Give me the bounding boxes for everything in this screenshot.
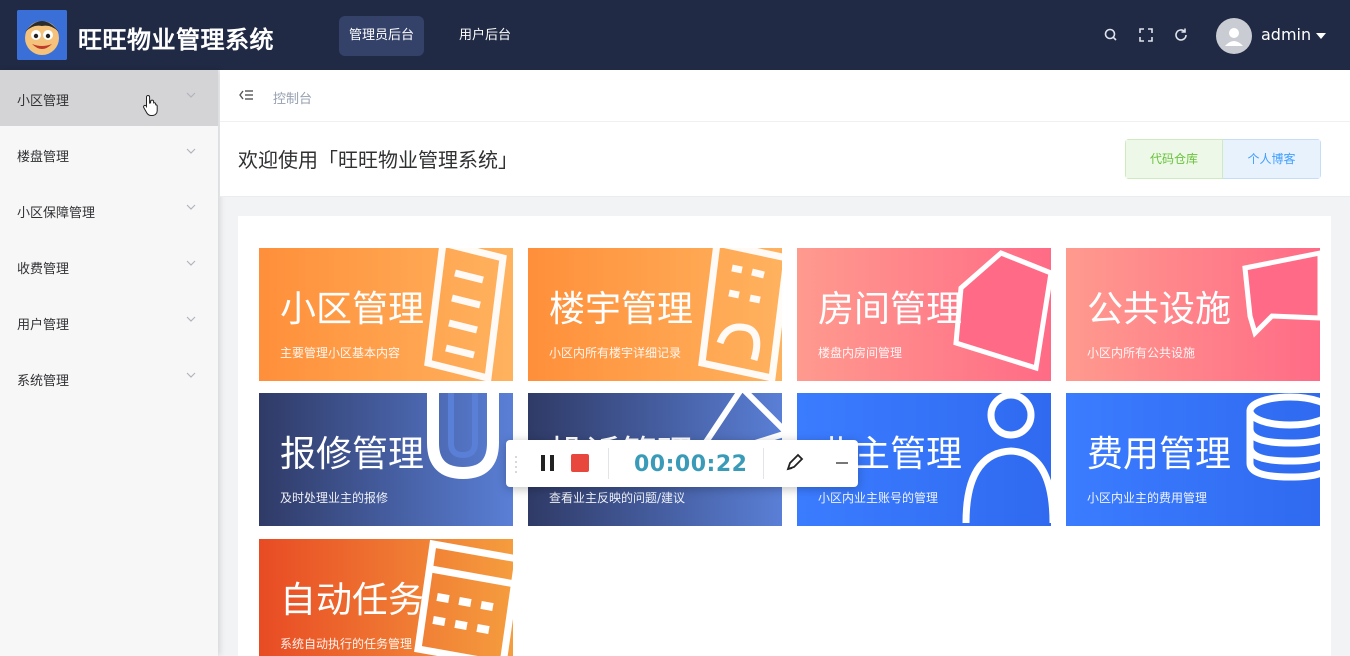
user-avatar[interactable]: [1216, 18, 1252, 54]
welcome-bar: 欢迎使用「旺旺物业管理系统」 代码仓库 个人博客: [220, 122, 1350, 197]
card-title: 房间管理: [818, 289, 963, 330]
breadcrumb-item-dashboard[interactable]: 控制台: [273, 88, 312, 107]
user-name[interactable]: admin: [1261, 25, 1311, 44]
card-subtitle: 主要管理小区基本内容: [280, 346, 401, 360]
recording-timer: 00:00:22: [634, 452, 748, 477]
breadcrumb: 控制台: [220, 70, 1350, 122]
pause-icon[interactable]: [538, 453, 558, 473]
caret-down-icon[interactable]: [1316, 33, 1326, 39]
sidebar-item-users[interactable]: 用户管理: [0, 294, 218, 350]
collapse-sidebar-icon[interactable]: [238, 88, 254, 102]
card-repair-management[interactable]: 报修管理 及时处理业主的报修: [259, 393, 513, 526]
app-logo: [17, 10, 67, 60]
card-public-facilities[interactable]: 公共设施 小区内所有公共设施: [1066, 248, 1320, 381]
fullscreen-icon[interactable]: [1137, 26, 1155, 44]
card-title: 公共设施: [1087, 289, 1232, 330]
chevron-down-icon: [186, 204, 196, 210]
minimize-icon[interactable]: [836, 462, 848, 464]
tab-user-backend[interactable]: 用户后台: [449, 16, 521, 56]
chevron-down-icon: [186, 92, 196, 98]
sidebar-item-system[interactable]: 系统管理: [0, 350, 218, 406]
card-subtitle: 及时处理业主的报修: [280, 491, 389, 505]
personal-blog-button[interactable]: 个人博客: [1223, 139, 1321, 179]
link-button-group: 代码仓库 个人博客: [1125, 139, 1321, 179]
sidebar-item-label: 小区管理: [17, 94, 70, 109]
card-subtitle: 小区内业主账号的管理: [818, 491, 939, 505]
sidebar-item-label: 小区保障管理: [17, 206, 96, 221]
search-icon[interactable]: [1102, 26, 1120, 44]
sidebar-item-guarantee[interactable]: 小区保障管理: [0, 182, 218, 238]
card-auto-tasks[interactable]: 自动任务 系统自动执行的任务管理: [259, 539, 513, 656]
card-title: 楼宇管理: [549, 289, 694, 330]
card-title: 小区管理: [280, 289, 425, 330]
divider: [763, 448, 764, 479]
card-title: 报修管理: [280, 434, 425, 475]
sidebar-item-label: 系统管理: [17, 374, 70, 389]
chevron-down-icon: [186, 316, 196, 322]
card-subtitle: 小区内所有公共设施: [1087, 346, 1196, 360]
refresh-icon[interactable]: [1172, 26, 1190, 44]
card-subtitle: 查看业主反映的问题/建议: [549, 491, 686, 505]
sidebar-item-label: 用户管理: [17, 318, 70, 333]
divider: [608, 448, 609, 479]
card-subtitle: 系统自动执行的任务管理: [280, 637, 413, 651]
top-header: 旺旺物业管理系统 管理员后台 用户后台 admin: [0, 0, 1350, 70]
drag-handle-icon[interactable]: [514, 454, 518, 474]
card-fee-management[interactable]: 费用管理 小区内业主的费用管理: [1066, 393, 1320, 526]
card-community-management[interactable]: 小区管理 主要管理小区基本内容: [259, 248, 513, 381]
sidebar-item-fees[interactable]: 收费管理: [0, 238, 218, 294]
code-repo-button[interactable]: 代码仓库: [1125, 139, 1223, 179]
page-title: 欢迎使用「旺旺物业管理系统」: [238, 148, 518, 172]
sidebar-item-community[interactable]: 小区管理: [0, 70, 218, 126]
card-building-management[interactable]: 楼宇管理 小区内所有楼宇详细记录: [528, 248, 782, 381]
chevron-down-icon: [186, 148, 196, 154]
chevron-down-icon: [186, 260, 196, 266]
sidebar-item-label: 收费管理: [17, 262, 70, 277]
hand-cursor-icon: [143, 94, 158, 116]
tab-admin-backend[interactable]: 管理员后台: [339, 16, 425, 56]
sidebar-item-buildings[interactable]: 楼盘管理: [0, 126, 218, 182]
card-title: 费用管理: [1087, 434, 1232, 475]
card-title: 自动任务: [280, 580, 425, 621]
stop-recording-button[interactable]: [571, 454, 589, 472]
sidebar-item-label: 楼盘管理: [17, 150, 70, 165]
card-subtitle: 小区内所有楼宇详细记录: [549, 346, 682, 360]
app-title: 旺旺物业管理系统: [78, 26, 274, 54]
card-subtitle: 楼盘内房间管理: [818, 346, 903, 360]
card-room-management[interactable]: 房间管理 楼盘内房间管理: [797, 248, 1051, 381]
card-subtitle: 小区内业主的费用管理: [1087, 491, 1208, 505]
sidebar: 小区管理 楼盘管理 小区保障管理 收费管理 用户管理 系统管理: [0, 70, 218, 656]
screen-recorder-toolbar: 00:00:22: [506, 440, 858, 487]
pen-icon[interactable]: [784, 453, 804, 473]
chevron-down-icon: [186, 372, 196, 378]
